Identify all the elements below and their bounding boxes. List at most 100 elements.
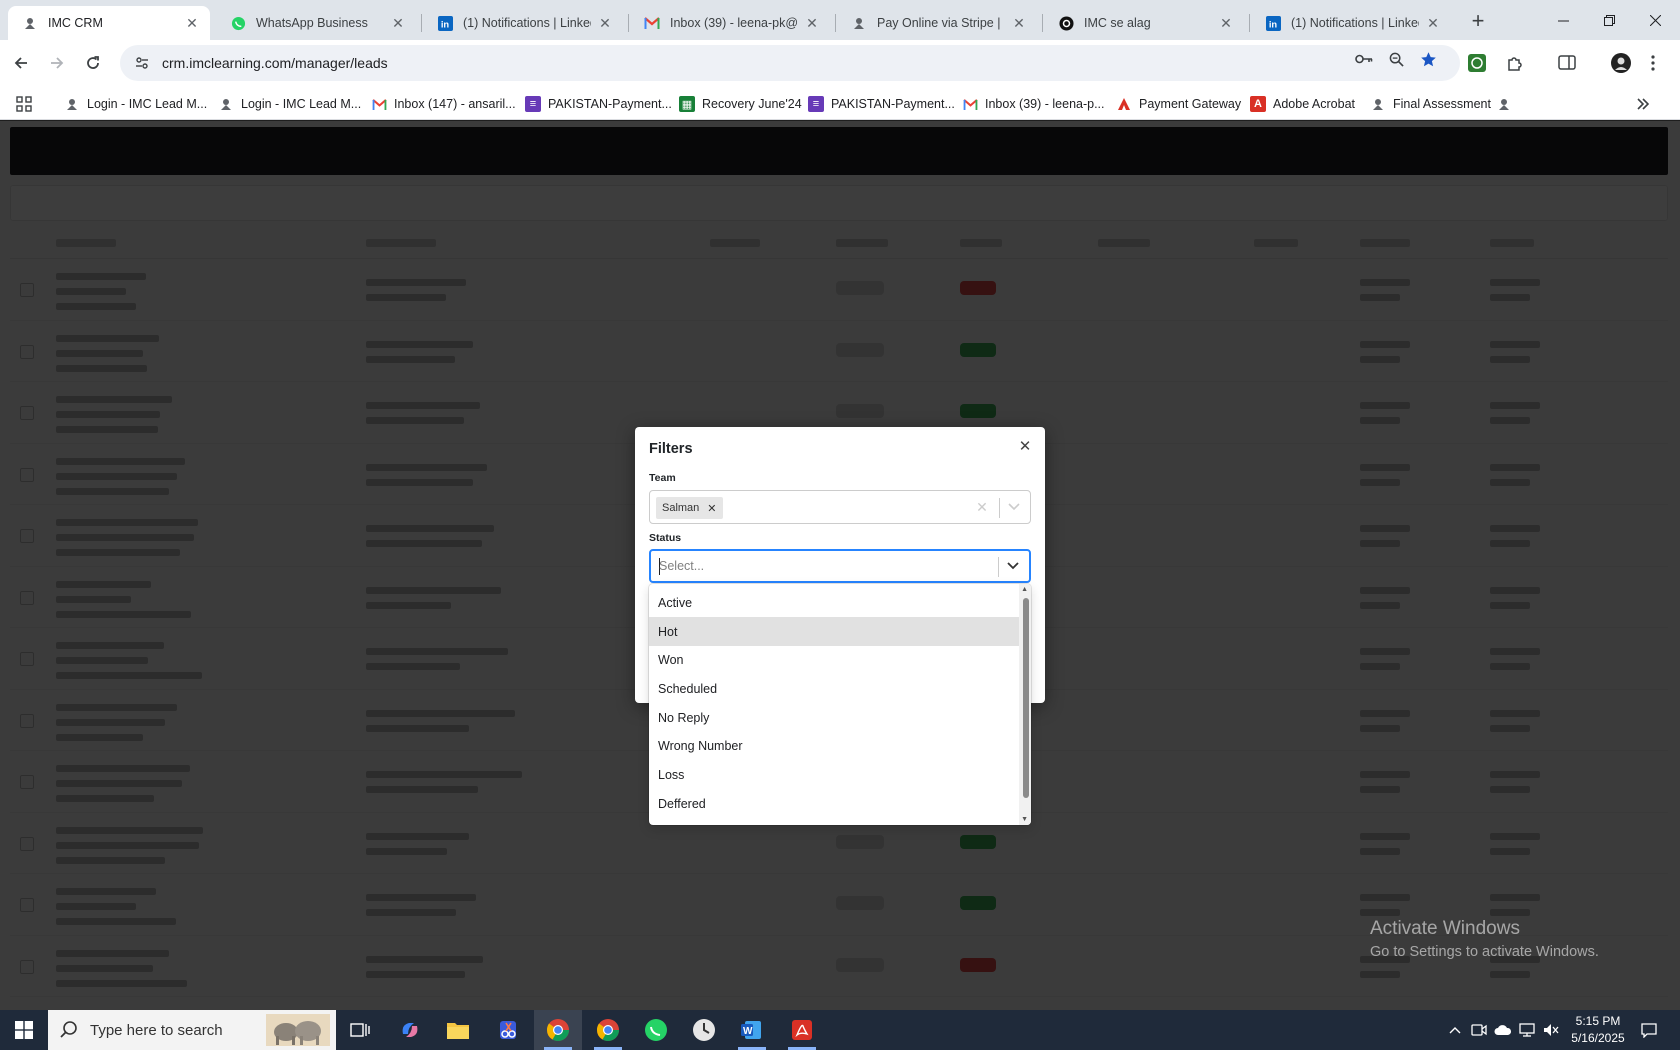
minimize-icon[interactable] [1540,0,1586,40]
side-panel-icon[interactable] [1556,52,1578,74]
status-option-loss[interactable]: Loss [649,760,1019,789]
status-option-won[interactable]: Won [649,645,1019,674]
browser-tab-strip: IMC CRM ✕ WhatsApp Business ✕ in (1) Not… [0,0,1680,40]
snipping-tool-icon[interactable] [484,1010,532,1050]
tab-close-icon[interactable]: ✕ [184,15,200,31]
status-option-active[interactable]: Active [649,588,1019,617]
task-view-icon[interactable] [336,1010,384,1050]
reload-icon[interactable] [78,48,108,78]
tab-close-icon[interactable]: ✕ [804,15,820,31]
meet-now-icon[interactable] [1470,1021,1488,1039]
bookmark-item[interactable]: Login - IMC Lead M... [218,93,361,115]
extension-whatsapp-icon[interactable] [1466,52,1488,74]
whatsapp-icon [230,15,246,31]
restore-icon[interactable] [1586,0,1632,40]
copilot-icon[interactable] [386,1010,434,1050]
taskbar-search-box[interactable]: Type here to search [48,1010,336,1050]
chevron-down-icon[interactable] [1005,558,1021,574]
tab-close-icon[interactable]: ✕ [1218,15,1234,31]
address-bar[interactable]: crm.imclearning.com/manager/leads [120,45,1460,81]
status-option-hot[interactable]: Hot [649,617,1019,646]
bookmark-item[interactable]: ▦ Recovery June'24 [679,93,802,115]
status-option-scheduled[interactable]: Scheduled [649,674,1019,703]
tab-close-icon[interactable]: ✕ [1425,15,1441,31]
payment-icon [1116,96,1132,112]
bookmark-item[interactable]: A Adobe Acrobat [1250,93,1355,115]
scroll-up-icon[interactable]: ▲ [1021,586,1028,593]
tab-title: (1) Notifications | LinkedIn [1291,16,1419,30]
search-icon [60,1020,78,1041]
apps-grid-icon[interactable] [16,93,32,115]
new-tab-button[interactable]: + [1464,8,1492,36]
tab-close-icon[interactable]: ✕ [390,15,406,31]
status-option-wrong-number[interactable]: Wrong Number [649,731,1019,760]
whatsapp-icon[interactable] [632,1010,680,1050]
bookmark-item[interactable]: Inbox (147) - ansaril... [371,93,516,115]
site-info-icon[interactable] [134,55,150,71]
threads-icon [1058,15,1074,31]
extensions-puzzle-icon[interactable] [1504,52,1526,74]
status-option-no-reply[interactable]: No Reply [649,703,1019,732]
more-bookmarks-icon[interactable] [1636,93,1650,115]
tab-title: IMC CRM [48,16,103,30]
zoom-icon[interactable] [1386,49,1406,69]
tab-imc-crm[interactable]: IMC CRM ✕ [8,6,210,40]
sheets-icon: ▦ [679,96,695,112]
back-icon[interactable] [6,48,36,78]
tab-separator [628,14,629,32]
tab-separator [421,14,422,32]
taskbar-search-placeholder: Type here to search [90,1021,223,1039]
chrome-profile-icon[interactable] [584,1010,632,1050]
close-icon[interactable]: ✕ [1017,439,1033,455]
tab-threads[interactable]: IMC se alag ✕ [1044,6,1244,40]
tab-close-icon[interactable]: ✕ [597,15,613,31]
chrome-icon[interactable] [534,1010,582,1050]
tab-gmail[interactable]: Inbox (39) - leena-pk@im ✕ [630,6,830,40]
browser-menu-icon[interactable] [1642,52,1664,74]
watermark-subtitle: Go to Settings to activate Windows. [1370,944,1599,960]
notification-icon[interactable] [1640,1021,1658,1039]
bookmark-item[interactable] [1496,93,1519,115]
forms-icon: ≡ [808,96,824,112]
chevron-down-icon[interactable] [1006,499,1022,515]
clock-app-icon[interactable] [680,1010,728,1050]
tag-remove-icon[interactable]: ✕ [707,502,716,515]
svg-text:W: W [743,1026,753,1037]
status-placeholder: Select... [659,559,705,573]
bookmark-item[interactable]: ≡ PAKISTAN-Payment... [808,93,955,115]
forward-icon[interactable] [42,48,72,78]
bookmark-item[interactable]: Inbox (39) - leena-p... [962,93,1105,115]
close-window-icon[interactable] [1632,0,1678,40]
network-icon[interactable] [1518,1021,1536,1039]
password-key-icon[interactable] [1354,49,1374,69]
taskbar-clock[interactable]: 5:15 PM 5/16/2025 [1558,1013,1638,1047]
tab-stripe[interactable]: Pay Online via Stripe | IMC ✕ [837,6,1037,40]
file-explorer-icon[interactable] [434,1010,482,1050]
chevron-up-icon[interactable] [1446,1021,1464,1039]
status-select[interactable]: Select... [649,549,1031,583]
tab-whatsapp-business[interactable]: WhatsApp Business ✕ [216,6,416,40]
scroll-down-icon[interactable]: ▼ [1021,816,1028,823]
status-option-deffered[interactable]: Deffered [649,789,1019,818]
onedrive-cloud-icon[interactable] [1494,1021,1512,1039]
gmail-icon [644,15,660,31]
bookmark-label: Payment Gateway [1139,97,1242,111]
bookmark-star-icon[interactable] [1418,49,1438,69]
tab-close-icon[interactable]: ✕ [1011,15,1027,31]
scrollbar-thumb[interactable] [1023,598,1029,798]
windows-start-icon[interactable] [0,1010,48,1050]
bookmark-item[interactable]: Payment Gateway [1116,93,1241,115]
bookmark-item[interactable]: Final Assessment [1370,93,1491,115]
word-icon[interactable]: W [728,1010,776,1050]
team-select[interactable]: Salman ✕ ✕ [649,490,1031,524]
tab-linkedin-2[interactable]: in (1) Notifications | LinkedIn ✕ [1251,6,1451,40]
team-label: Team [649,472,676,484]
menu-scrollbar[interactable]: ▲ ▼ [1019,584,1031,825]
bookmark-item[interactable]: Login - IMC Lead M... [64,93,207,115]
bookmark-item[interactable]: ≡ PAKISTAN-Payment... [525,93,672,115]
profile-avatar-icon[interactable] [1610,52,1632,74]
clear-icon[interactable]: ✕ [974,499,990,515]
tab-linkedin-1[interactable]: in (1) Notifications | LinkedIn ✕ [423,6,623,40]
bookmark-label: Final Assessment [1393,97,1491,111]
acrobat-icon[interactable] [778,1010,826,1050]
